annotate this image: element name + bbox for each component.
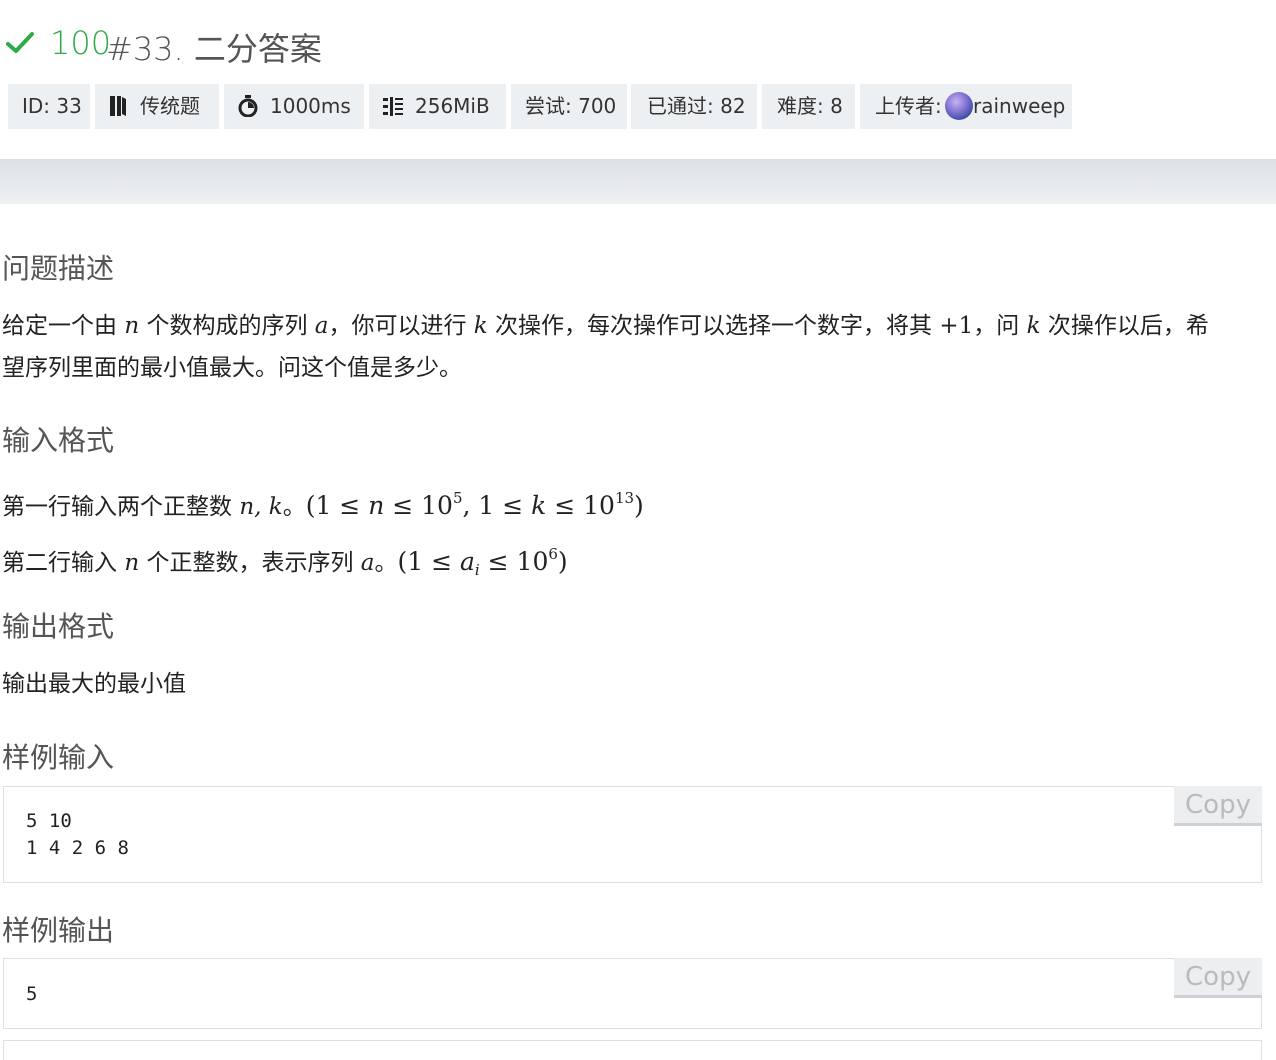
description-text: 给定一个由 n 个数构成的序列 a，你可以进行 k 次操作，每次操作可以选择一个… [2, 313, 1209, 381]
badge-passed: 已通过: 82 [631, 84, 757, 129]
copy-button[interactable]: Copy [1174, 958, 1262, 998]
input-format-line1: 第一行输入两个正整数 n, k。(1 ≤ n ≤ 105, 1 ≤ k ≤ 10… [2, 489, 644, 520]
badge-memory-limit: 256MiB [369, 84, 506, 129]
header-divider [0, 159, 1276, 204]
section-output-title: 输出格式 [2, 610, 115, 643]
problem-title[interactable]: #33. 二分答案 [106, 24, 322, 70]
sample-output-code[interactable]: 5 [26, 981, 37, 1008]
uploader-name-link[interactable]: rainweep [973, 84, 1065, 129]
stopwatch-icon [238, 95, 258, 117]
sample-output-box[interactable]: 5 Copy [3, 958, 1262, 1029]
section-sample-output-title: 样例输出 [2, 914, 115, 947]
check-icon [6, 32, 34, 53]
badge-id: ID: 33 [8, 84, 90, 129]
sample-input-box[interactable]: 5 10 1 4 2 6 8 Copy [3, 786, 1262, 883]
output-format-text: 输出最大的最小值 [2, 671, 186, 697]
avatar[interactable] [945, 92, 973, 120]
input-format-line2: 第二行输入 n 个正整数，表示序列 a。(1 ≤ ai ≤ 106) [2, 545, 568, 579]
badge-time-limit: 1000ms [224, 84, 364, 129]
sample-input-code[interactable]: 5 10 1 4 2 6 8 [26, 808, 129, 862]
copy-button[interactable]: Copy [1174, 786, 1262, 826]
score: 100 [50, 24, 112, 62]
badge-tries: 尝试: 700 [511, 84, 627, 129]
memory-icon [383, 97, 403, 116]
book-icon [110, 96, 126, 116]
section-input-title: 输入格式 [2, 424, 115, 457]
section-sample-input-title: 样例输入 [2, 741, 115, 774]
badge-difficulty: 难度: 8 [762, 84, 855, 129]
badge-type: 传统题 [95, 84, 219, 129]
next-section-box [3, 1040, 1262, 1060]
badge-uploader[interactable]: 上传者: rainweep [860, 84, 1072, 129]
section-description-title: 问题描述 [2, 252, 115, 285]
